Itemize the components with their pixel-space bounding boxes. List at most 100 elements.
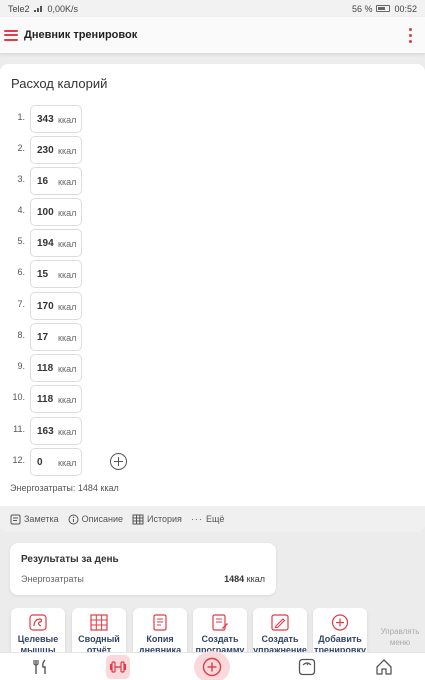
row-number: 10. [12,392,25,402]
hamburger-menu-icon[interactable] [4,29,18,41]
calorie-input[interactable]: 118 ккал [30,385,82,413]
fork-knife-icon [33,659,46,674]
tile-create-program[interactable]: Создать программу [193,608,247,654]
day-results-title: Результаты за день [21,554,119,565]
calorie-input[interactable]: 163 ккал [30,417,82,445]
dumbbell-icon [110,661,126,673]
row-number: 7. [17,299,25,309]
row-number: 5. [17,236,25,246]
signal-icon [33,4,44,14]
calorie-value: 170 [37,301,54,312]
tile-add-workout[interactable]: Добавить тренировку [313,608,367,654]
status-bar: Tele2 0,00K/s 56 % 00:52 [0,0,425,17]
card-action-bar: Заметка Описание История ··· Ещё [0,506,425,532]
calorie-input[interactable]: 15 ккал [30,260,82,288]
calorie-value: 16 [37,176,49,187]
nav-add[interactable] [194,651,230,680]
calorie-input[interactable]: 343 ккал [30,105,82,133]
calorie-unit: ккал [58,115,77,125]
calorie-input[interactable]: 100 ккал [30,198,82,226]
calorie-input[interactable]: 170 ккал [30,292,82,320]
calorie-row: 2. 230 ккал [0,136,200,164]
scale-icon [298,658,316,676]
carrier-label: Tele2 [8,3,30,14]
history-button[interactable]: История [132,514,182,525]
quick-actions: Целевые мышцы Сводный отчёт Копия дневни… [0,608,425,654]
calorie-input[interactable]: 118 ккал [30,354,82,382]
row-number: 11. [13,424,25,434]
calorie-unit: ккал [58,458,77,468]
calorie-unit: ккал [58,302,77,312]
row-number: 9. [17,361,25,371]
calorie-value: 17 [37,332,49,343]
row-number: 6. [17,267,25,277]
day-results-unit: ккал [246,574,265,584]
calorie-value: 15 [37,269,49,280]
description-button[interactable]: Описание [68,514,123,525]
tile-target-muscles[interactable]: Целевые мышцы [11,608,65,654]
nav-nutrition[interactable] [29,655,53,679]
note-label: Заметка [24,514,59,524]
note-button[interactable]: Заметка [10,514,59,525]
calorie-unit: ккал [58,395,77,405]
add-row-icon[interactable] [110,453,127,470]
table-icon [132,514,144,524]
tile-manage-menu[interactable]: Управлять меню [373,608,425,654]
history-label: История [147,514,182,524]
nav-weight[interactable] [295,655,319,679]
calories-card: Расход калорий 1. 343 ккал 2. 230 ккал 3… [0,64,425,532]
calorie-input[interactable]: 0 ккал [30,448,82,476]
calorie-value: 343 [37,114,54,125]
nav-home[interactable] [372,655,396,679]
muscle-icon [29,614,47,631]
tile-copy-diary[interactable]: Копия дневника [133,608,187,654]
card-title: Расход калорий [11,76,108,91]
calorie-unit: ккал [58,364,77,374]
battery-percent: 56 % [351,3,373,14]
day-results-card: Результаты за день Энергозатраты 1484 кк… [10,543,276,595]
row-number: 2. [17,143,25,153]
calorie-unit: ккал [58,270,77,280]
calorie-value: 118 [37,394,54,405]
home-icon [376,659,392,675]
plus-circle-icon [331,614,349,631]
calorie-row: 11. 163 ккал [0,417,200,445]
row-number: 1. [17,112,25,122]
calorie-row: 1. 343 ккал [0,105,200,133]
bottom-nav [0,651,425,680]
note-icon [10,514,21,524]
calorie-unit: ккал [58,333,77,343]
tile-summary-report[interactable]: Сводный отчёт [72,608,126,654]
edit-list-icon [212,614,228,631]
edit-exercise-icon [271,614,289,631]
calorie-row: 3. 16 ккал [0,167,200,195]
calorie-input[interactable]: 17 ккал [30,323,82,351]
calorie-value: 0 [37,457,43,468]
calorie-unit: ккал [58,208,77,218]
calorie-row: 8. 17 ккал [0,323,200,351]
nav-workouts[interactable] [106,655,130,679]
tile-create-exercise[interactable]: Создать упражнение [253,608,307,654]
row-number: 3. [17,174,25,184]
tile-label: Управлять меню [380,627,420,647]
calorie-input[interactable]: 230 ккал [30,136,82,164]
calorie-value: 230 [37,145,54,156]
more-button[interactable]: ··· Ещё [191,514,224,524]
energy-total: Энергозатраты: 1484 ккал [10,483,119,493]
battery-icon [376,5,391,12]
plus-circle-icon [202,657,222,677]
tile-label: Создать программу [195,634,245,654]
calorie-value: 118 [37,363,54,374]
overflow-menu-icon[interactable] [409,28,413,43]
calorie-input[interactable]: 194 ккал [30,229,82,257]
app-bar: Дневник тренировок [0,17,425,54]
description-label: Описание [81,514,124,524]
page-title: Дневник тренировок [24,29,138,41]
day-results-label: Энергозатраты [21,574,84,584]
tile-label: Добавить тренировку [314,634,366,654]
calorie-unit: ккал [58,146,77,156]
tile-label: Копия дневника [138,634,182,654]
calorie-value: 194 [37,238,54,249]
tile-label: Сводный отчёт [78,634,120,654]
calorie-input[interactable]: 16 ккал [30,167,82,195]
